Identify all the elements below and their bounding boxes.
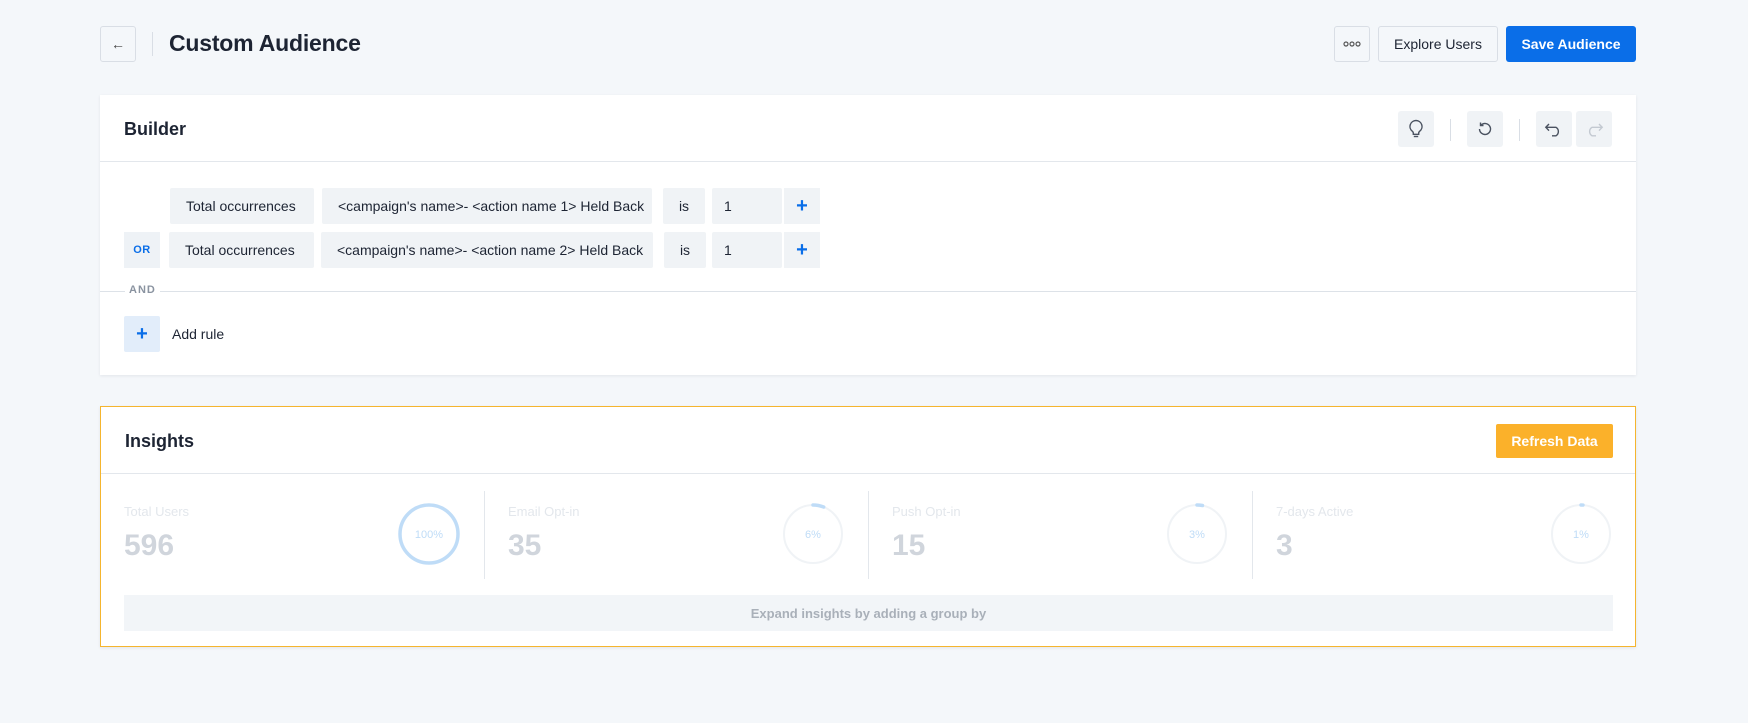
value-input[interactable]: 1 [712, 232, 782, 268]
stat-value: 596 [124, 529, 175, 562]
builder-card: Builder Total occurrences <campaign's na… [100, 95, 1636, 375]
add-condition-button[interactable]: + [784, 188, 820, 224]
insights-card: Insights Refresh Data Total Users 596 10… [100, 406, 1636, 647]
refresh-data-button[interactable]: Refresh Data [1496, 424, 1613, 458]
stat-label: 7-days Active [1276, 504, 1354, 519]
toolbar-divider [1450, 119, 1451, 141]
stat-push-opt-in: Push Opt-in 15 3% [869, 491, 1253, 579]
lightbulb-icon [1409, 119, 1423, 138]
title-divider [152, 32, 153, 56]
stat-label: Total Users [124, 504, 190, 519]
stat-value: 3 [1276, 529, 1293, 562]
more-options-button[interactable] [1334, 26, 1370, 62]
metric-select[interactable]: Total occurrences [169, 232, 314, 268]
event-select[interactable]: <campaign's name>- <action name 1> Held … [322, 188, 652, 224]
stat-value: 35 [508, 529, 542, 562]
or-connector[interactable]: OR [124, 232, 160, 268]
redo-button[interactable] [1576, 111, 1612, 147]
and-divider [100, 291, 1636, 292]
explore-users-button[interactable]: Explore Users [1378, 26, 1498, 62]
hint-button[interactable] [1398, 111, 1434, 147]
add-rule-button[interactable]: + [124, 316, 160, 352]
expand-insights-bar[interactable]: Expand insights by adding a group by [124, 595, 1613, 631]
stat-percent: 1% [1573, 529, 1589, 541]
stat-ring: 1% [1550, 503, 1612, 565]
insights-title: Insights [125, 431, 195, 451]
builder-header: Builder [100, 95, 1636, 162]
page-title: Custom Audience [169, 30, 361, 56]
undo-button[interactable] [1536, 111, 1572, 147]
stat-percent: 3% [1189, 529, 1205, 541]
insights-header: Insights Refresh Data [101, 407, 1635, 474]
stat-7-days-active: 7-days Active 3 1% [1253, 491, 1637, 579]
ellipsis-icon [1343, 41, 1361, 47]
event-select[interactable]: <campaign's name>- <action name 2> Held … [321, 232, 653, 268]
and-label: AND [125, 284, 160, 296]
stat-percent: 100% [415, 529, 443, 541]
builder-title: Builder [124, 119, 187, 139]
add-rule-label[interactable]: Add rule [172, 326, 224, 342]
stat-label: Email Opt-in [508, 504, 580, 519]
undo-icon [1544, 123, 1560, 137]
stat-total-users: Total Users 596 100% [101, 491, 485, 579]
back-button[interactable]: ← [100, 26, 136, 62]
stat-ring: 6% [782, 503, 844, 565]
arrow-left-icon: ← [111, 36, 125, 52]
metric-select[interactable]: Total occurrences [170, 188, 314, 224]
operator-select[interactable]: is [663, 188, 705, 224]
redo-icon [1588, 123, 1604, 137]
stat-percent: 6% [805, 529, 821, 541]
operator-select[interactable]: is [664, 232, 706, 268]
toolbar-divider [1519, 119, 1520, 141]
save-audience-button[interactable]: Save Audience [1506, 26, 1636, 62]
top-bar: ← Custom Audience Explore Users Save Aud… [100, 26, 1636, 62]
value-input[interactable]: 1 [712, 188, 782, 224]
stat-label: Push Opt-in [892, 504, 961, 519]
add-condition-button[interactable]: + [784, 232, 820, 268]
stat-email-opt-in: Email Opt-in 35 6% [485, 491, 869, 579]
reset-icon [1478, 122, 1492, 136]
stat-ring: 3% [1166, 503, 1228, 565]
stat-value: 15 [892, 529, 926, 562]
reset-button[interactable] [1467, 111, 1503, 147]
stat-ring: 100% [398, 503, 460, 565]
